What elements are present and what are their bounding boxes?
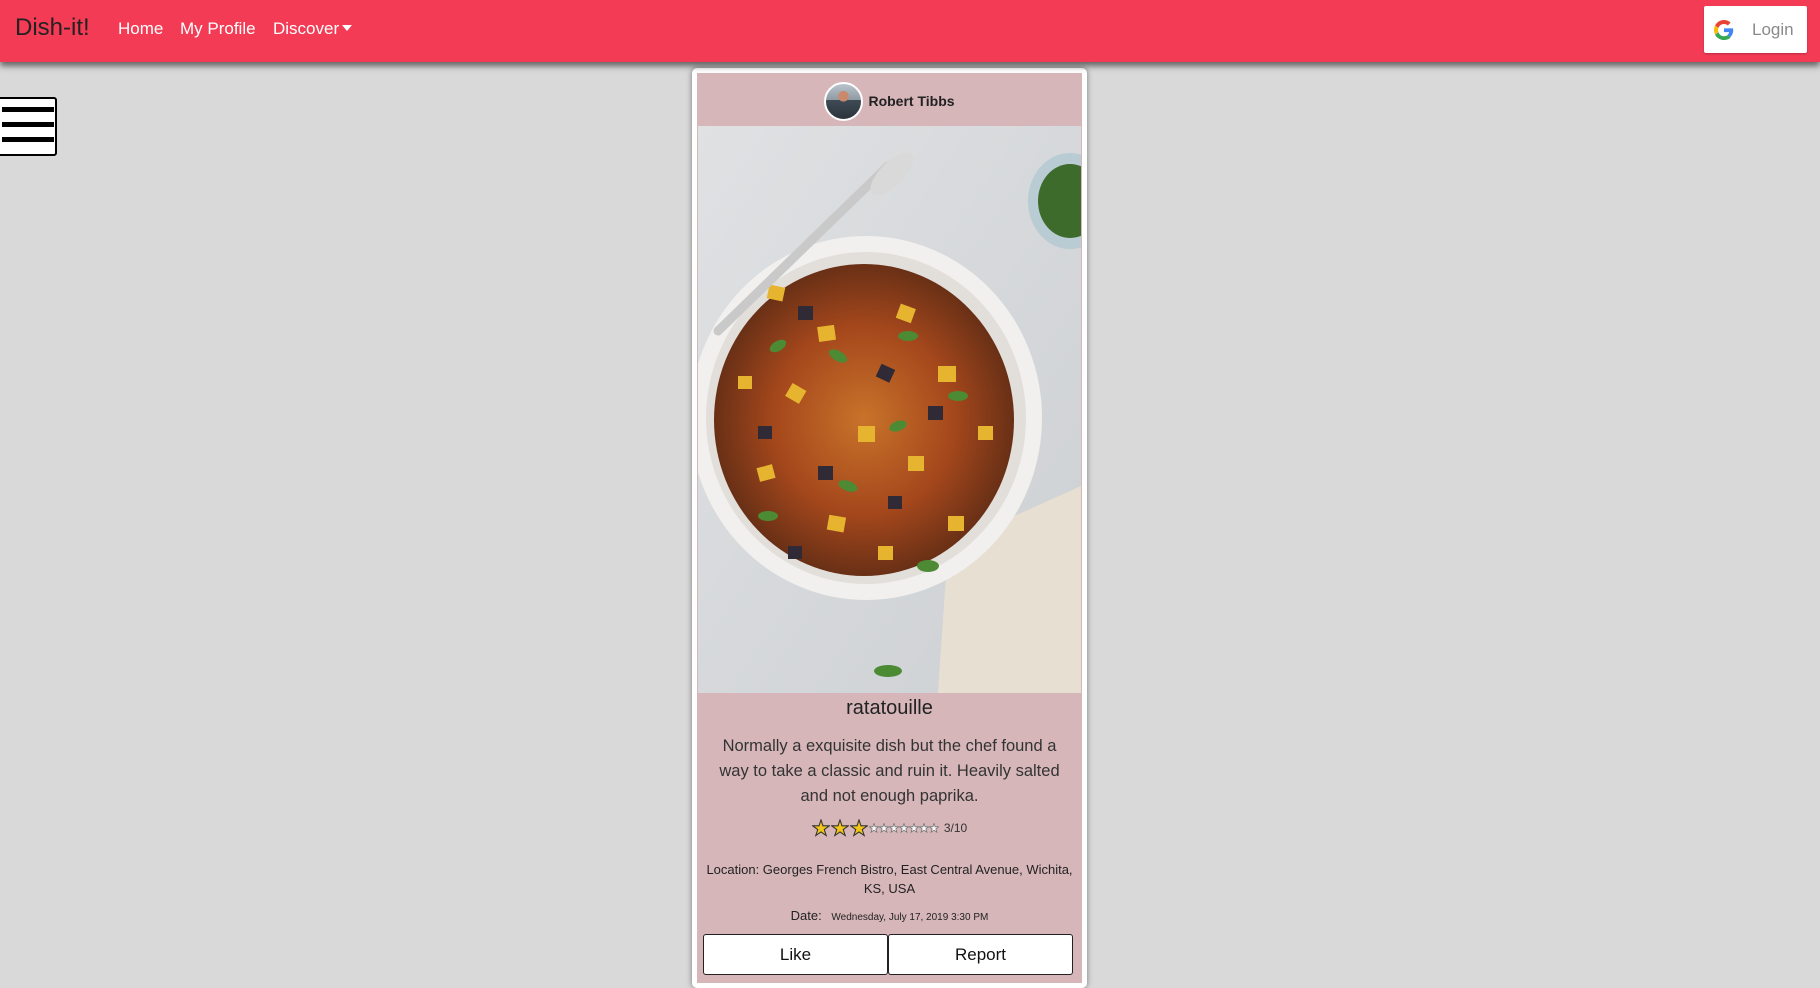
like-button[interactable]: Like: [703, 934, 888, 975]
menu-bar: [2, 122, 54, 127]
date-line: Date: Wednesday, July 17, 2019 3:30 PM: [697, 908, 1082, 923]
date-label: Date:: [790, 908, 822, 923]
menu-bar: [2, 137, 54, 142]
star-empty-icon: [888, 823, 899, 833]
dish-title: ratatouille: [846, 697, 933, 719]
star-empty-icon: [898, 823, 909, 833]
star-filled-icon: [811, 819, 830, 837]
star-filled-icon: [830, 819, 849, 837]
star-empty-icon: [908, 823, 919, 833]
dish-description: Normally a exquisite dish but the chef f…: [719, 737, 1060, 805]
author-name[interactable]: Robert Tibbs: [868, 93, 954, 109]
ratatouille-image: [698, 126, 1081, 693]
nav-profile-link[interactable]: My Profile: [180, 19, 256, 39]
star-rating: 3/10: [697, 819, 1082, 837]
dish-photo: [698, 126, 1081, 693]
avatar[interactable]: [824, 81, 864, 121]
nav-discover-dropdown[interactable]: Discover: [273, 19, 353, 39]
star-empty-icon: [868, 823, 879, 833]
brand-logo[interactable]: Dish-it!: [15, 14, 90, 42]
login-label: Login: [1752, 19, 1794, 39]
date-value: Wednesday, July 17, 2019 3:30 PM: [831, 912, 989, 923]
star-empty-icon: [878, 823, 889, 833]
caret-down-icon: [342, 25, 353, 31]
report-button[interactable]: Report: [888, 934, 1073, 975]
google-login-button[interactable]: Login: [1704, 6, 1807, 53]
location-text: Location: Georges French Bistro, East Ce…: [706, 862, 1073, 896]
rating-text: 3/10: [943, 821, 968, 835]
top-navbar: Dish-it! Home My Profile Discover Login: [0, 0, 1820, 62]
post-author[interactable]: Robert Tibbs: [697, 81, 1082, 121]
star-filled-icon: [849, 819, 868, 837]
google-icon: [1714, 19, 1734, 40]
star-empty-icon: [918, 823, 929, 833]
nav-home-link[interactable]: Home: [118, 19, 163, 39]
star-empty-icon: [928, 823, 939, 833]
menu-bar: [2, 107, 54, 112]
post-card: Robert Tibbs ratatouille Normally a exqu…: [692, 68, 1087, 988]
star-row: [811, 819, 939, 837]
nav-discover-label: Discover: [273, 19, 340, 38]
hamburger-menu-icon[interactable]: [0, 97, 57, 156]
